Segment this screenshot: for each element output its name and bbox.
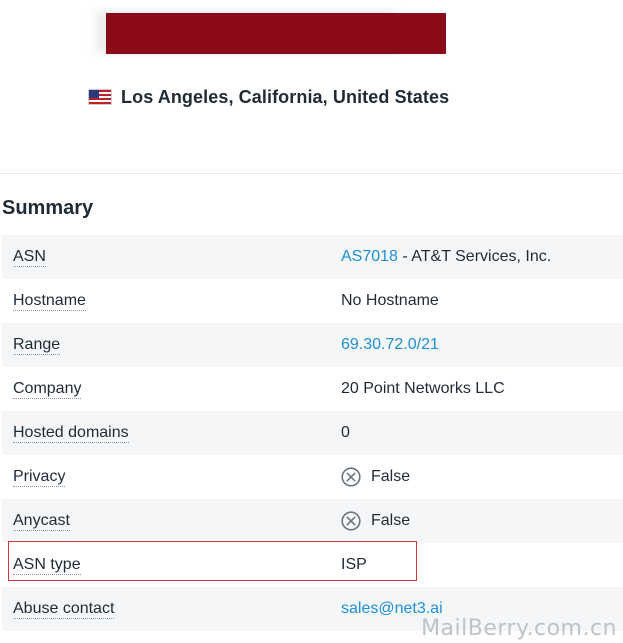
asn-link[interactable]: AS7018: [341, 248, 398, 266]
redacted-ip-address: [106, 13, 446, 54]
asn-org-text: - AT&T Services, Inc.: [397, 248, 552, 265]
x-circle-icon: [341, 511, 361, 531]
watermark: MailBerry.com.cn: [421, 616, 617, 641]
table-row-asn: ASN AS7018 - AT&T Services, Inc.: [2, 235, 623, 279]
row-label-abuse-contact[interactable]: Abuse contact: [13, 600, 115, 619]
location-text: Los Angeles, California, United States: [121, 86, 450, 107]
privacy-value: False: [371, 468, 411, 485]
row-value-company: 20 Point Networks LLC: [341, 380, 505, 397]
table-row-hostname: Hostname No Hostname: [2, 279, 623, 323]
row-value-privacy: False: [341, 467, 410, 487]
row-label-company[interactable]: Company: [13, 380, 82, 399]
row-value-asn: AS7018 - AT&T Services, Inc.: [341, 248, 551, 266]
row-value-hostname: No Hostname: [341, 292, 439, 309]
table-row-company: Company 20 Point Networks LLC: [2, 367, 623, 411]
row-label-hosted-domains[interactable]: Hosted domains: [13, 424, 129, 443]
row-label-privacy[interactable]: Privacy: [13, 468, 66, 487]
row-label-anycast[interactable]: Anycast: [13, 512, 70, 531]
table-row-hosted-domains: Hosted domains 0: [2, 411, 623, 455]
row-value-hosted-domains: 0: [341, 424, 350, 441]
table-row-privacy: Privacy False: [2, 455, 623, 499]
anycast-value: False: [371, 512, 411, 529]
row-value-anycast: False: [341, 511, 410, 531]
location: Los Angeles, California, United States: [89, 84, 449, 110]
row-label-range[interactable]: Range: [13, 336, 61, 355]
row-value-range: 69.30.72.0/21: [341, 336, 439, 354]
table-row-range: Range 69.30.72.0/21: [2, 323, 623, 367]
us-flag-icon: [89, 90, 111, 104]
divider: [0, 173, 623, 174]
table-row-anycast: Anycast False: [2, 499, 623, 543]
range-link[interactable]: 69.30.72.0/21: [341, 336, 439, 354]
x-circle-icon: [341, 467, 361, 487]
summary-title: Summary: [2, 197, 94, 219]
page: Los Angeles, California, United States S…: [0, 0, 623, 643]
row-label-asn[interactable]: ASN: [13, 248, 46, 267]
row-label-hostname[interactable]: Hostname: [13, 292, 86, 311]
highlight-box-asn-type: [8, 541, 417, 581]
